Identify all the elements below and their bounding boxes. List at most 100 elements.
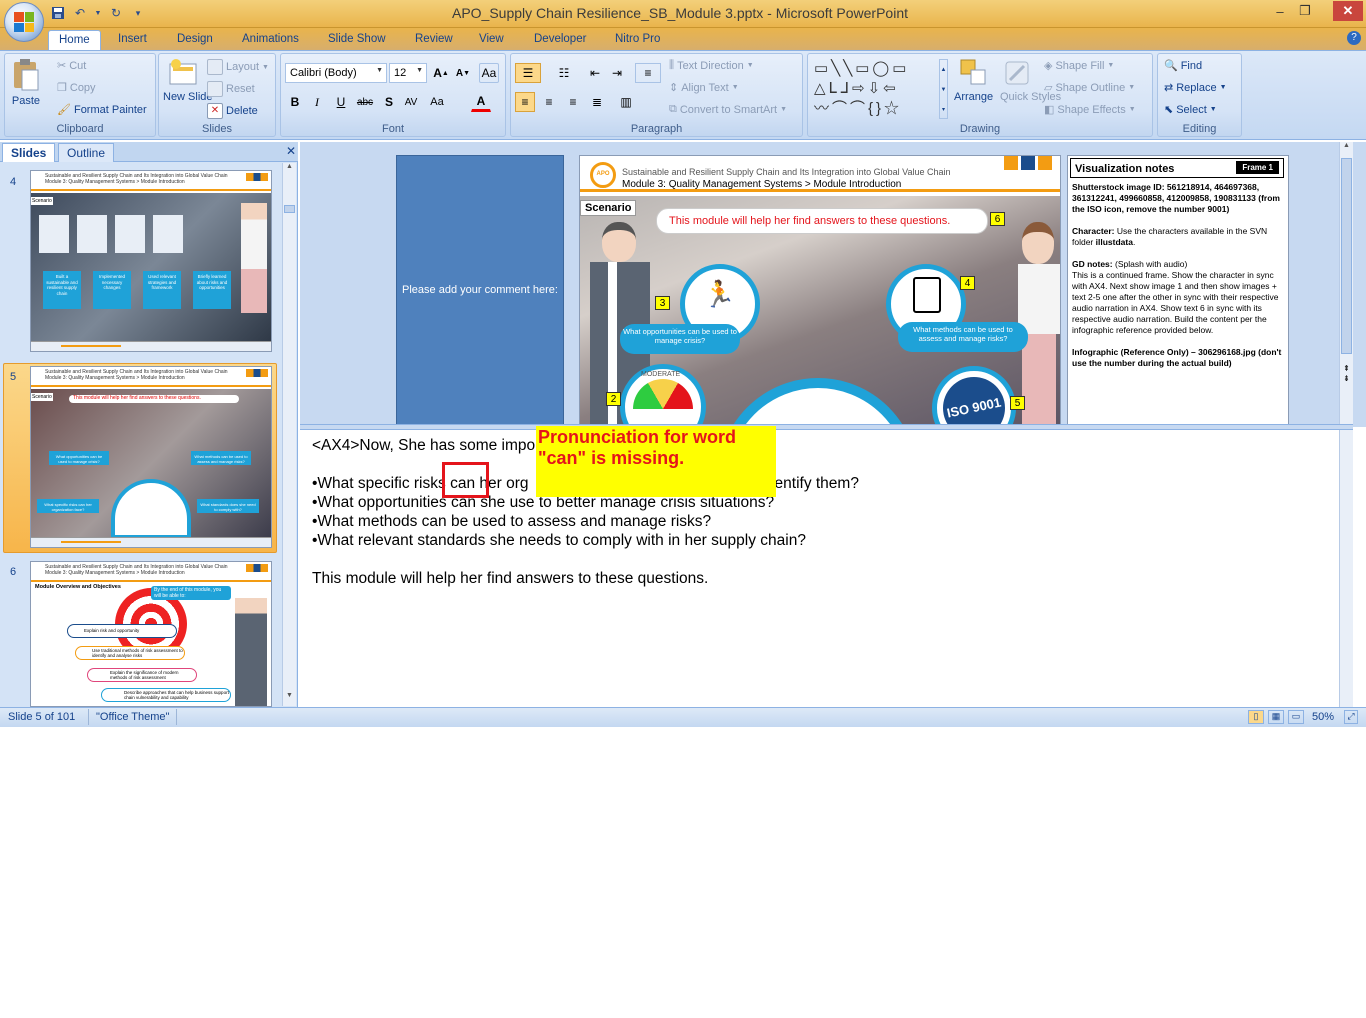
undo-icon[interactable]: ↶ bbox=[72, 5, 88, 21]
undo-dropdown-icon[interactable]: ▼ bbox=[94, 5, 102, 21]
slide-show-icon[interactable]: ▭ bbox=[1288, 710, 1304, 724]
character-spacing-icon[interactable]: AV bbox=[401, 92, 421, 112]
layout-button[interactable]: Layout ▼ bbox=[207, 59, 269, 75]
numbering-icon[interactable]: ☷ bbox=[551, 63, 577, 83]
female-character bbox=[1016, 222, 1060, 424]
customize-qat-icon[interactable]: ▾ bbox=[130, 5, 146, 21]
layout-label: Layout bbox=[226, 61, 260, 73]
replace-button[interactable]: ⇄ Replace ▼ bbox=[1164, 81, 1227, 95]
thumb5-q-left-top: What opportunities can be used to manage… bbox=[49, 451, 109, 465]
line-spacing-icon[interactable]: ≡ bbox=[635, 63, 661, 83]
new-slide-button[interactable]: New Slide bbox=[163, 58, 213, 103]
slide-canvas[interactable]: APO Sustainable and Resilient Supply Cha… bbox=[579, 155, 1061, 425]
align-center-icon[interactable]: ≡ bbox=[539, 92, 559, 112]
tab-animations[interactable]: Animations bbox=[232, 30, 309, 50]
slide-sorter-icon[interactable]: ▦ bbox=[1268, 710, 1284, 724]
paste-icon bbox=[14, 59, 39, 91]
quick-styles-button[interactable]: Quick Styles bbox=[1000, 58, 1061, 103]
align-text-button[interactable]: ⇕ Align Text ▼ bbox=[669, 81, 739, 95]
shapes-scroll[interactable]: ▲ ▼ ▾ bbox=[939, 59, 948, 119]
bold-icon[interactable]: B bbox=[285, 92, 305, 112]
tab-nitro-pro[interactable]: Nitro Pro bbox=[605, 30, 670, 50]
paste-button[interactable]: Paste bbox=[11, 58, 41, 107]
replace-icon: ⇄ bbox=[1164, 82, 1174, 94]
shape-effects-button[interactable]: ◧ Shape Effects ▼ bbox=[1044, 103, 1136, 117]
font-name-dropdown-icon[interactable]: ▼ bbox=[376, 67, 383, 74]
minimize-button[interactable]: – bbox=[1267, 1, 1293, 21]
tab-insert[interactable]: Insert bbox=[108, 30, 157, 50]
shrink-font-icon[interactable]: A ▼ bbox=[453, 63, 473, 83]
font-size-field[interactable]: 12 ▼ bbox=[389, 63, 427, 83]
redo-icon[interactable]: ↻ bbox=[108, 5, 124, 21]
tab-review[interactable]: Review bbox=[405, 30, 463, 50]
columns-icon[interactable]: ▥ bbox=[613, 92, 639, 112]
frame-label: Frame 1 bbox=[1236, 161, 1279, 174]
paste-label: Paste bbox=[11, 95, 41, 107]
select-button[interactable]: ⬉ Select ▼ bbox=[1164, 103, 1217, 117]
clear-formatting-icon[interactable]: Aa bbox=[479, 63, 499, 83]
tab-slide-show[interactable]: Slide Show bbox=[318, 30, 396, 50]
fit-to-window-icon[interactable]: ⤢ bbox=[1344, 710, 1358, 724]
slide-banner: This module will help her find answers t… bbox=[656, 208, 988, 234]
help-icon[interactable]: ? bbox=[1347, 31, 1361, 45]
shape-fill-button[interactable]: ◈ Shape Fill ▼ bbox=[1044, 59, 1114, 73]
increase-indent-icon[interactable]: ⇥ bbox=[607, 63, 627, 83]
tab-outline[interactable]: Outline bbox=[58, 143, 115, 162]
tab-view[interactable]: View bbox=[469, 30, 514, 50]
slide-thumbnail-4[interactable]: Sustainable and Resilient Supply Chain a… bbox=[30, 170, 272, 352]
find-label: Find bbox=[1180, 59, 1203, 72]
slide-q-right: What methods can be used to assess and m… bbox=[898, 322, 1028, 352]
restore-button[interactable]: ❐ bbox=[1292, 1, 1318, 21]
zoom-level[interactable]: 50% bbox=[1312, 711, 1334, 723]
slide-header-line1: Sustainable and Resilient Supply Chain a… bbox=[622, 167, 951, 177]
grow-font-icon[interactable]: A ▲ bbox=[431, 63, 451, 83]
delete-button[interactable]: ✕ Delete bbox=[207, 103, 258, 119]
shapes-gallery[interactable]: ▭╲╲▭◯▭ △ᒪᒧ⇨⇩⇦ 〰⌒⌒{}☆ bbox=[814, 59, 936, 119]
tab-slides[interactable]: Slides bbox=[2, 143, 56, 162]
save-icon[interactable] bbox=[50, 5, 66, 21]
bullets-icon[interactable]: ☰ bbox=[515, 63, 541, 83]
text-direction-button[interactable]: ⫼ Text Direction ▼ bbox=[669, 59, 754, 72]
shape-outline-button[interactable]: ▱ Shape Outline ▼ bbox=[1044, 81, 1135, 95]
tab-design[interactable]: Design bbox=[167, 30, 223, 50]
slide-thumbnail-5[interactable]: Sustainable and Resilient Supply Chain a… bbox=[30, 366, 272, 548]
font-size-dropdown-icon[interactable]: ▼ bbox=[416, 67, 423, 74]
align-left-icon[interactable]: ≡ bbox=[515, 92, 535, 112]
theme-name: "Office Theme" bbox=[96, 711, 170, 723]
close-button[interactable]: ✕ bbox=[1333, 1, 1363, 21]
status-bar: Slide 5 of 101 "Office Theme" ▯ ▦ ▭ 50% … bbox=[0, 707, 1366, 727]
notes-scrollbar[interactable] bbox=[1339, 430, 1353, 707]
format-painter-button[interactable]: 🖌 Format Painter bbox=[57, 103, 147, 117]
font-name-field[interactable]: Calibri (Body) ▼ bbox=[285, 63, 387, 83]
select-icon: ⬉ bbox=[1164, 104, 1174, 116]
change-case-icon[interactable]: Aa bbox=[427, 92, 447, 112]
prev-next-slide-icon[interactable]: ⇞ ⇟ bbox=[1340, 364, 1353, 384]
decrease-indent-icon[interactable]: ⇤ bbox=[585, 63, 605, 83]
slide-thumbnail-6[interactable]: Sustainable and Resilient Supply Chain a… bbox=[30, 561, 272, 707]
arrange-button[interactable]: Arrange bbox=[954, 58, 993, 103]
italic-icon[interactable]: I bbox=[307, 92, 327, 112]
thumb6-bubble: By the end of this module, you will be a… bbox=[151, 586, 231, 600]
convert-smartart-label: Convert to SmartArt bbox=[679, 103, 778, 116]
viz-character-end: . bbox=[1132, 237, 1136, 247]
align-right-icon[interactable]: ≡ bbox=[563, 92, 583, 112]
reset-button[interactable]: Reset bbox=[207, 81, 255, 97]
office-button[interactable] bbox=[4, 2, 44, 42]
justify-icon[interactable]: ≣ bbox=[587, 92, 607, 112]
convert-smartart-button[interactable]: ⧉ Convert to SmartArt ▼ bbox=[669, 103, 787, 116]
slides-pane-scrollbar[interactable]: ▲ ▼ bbox=[282, 163, 296, 706]
font-color-icon[interactable]: A bbox=[471, 92, 491, 112]
visualization-notes-panel[interactable]: Visualization notes Frame 1 Shutterstock… bbox=[1067, 155, 1289, 425]
highlight-box bbox=[442, 462, 489, 498]
copy-button[interactable]: ❐ Copy bbox=[57, 81, 96, 95]
comment-panel[interactable]: Please add your comment here: bbox=[396, 155, 564, 425]
text-shadow-icon[interactable]: S bbox=[379, 92, 399, 112]
tab-home[interactable]: Home bbox=[48, 30, 101, 50]
find-button[interactable]: 🔍 Find bbox=[1164, 59, 1203, 73]
underline-icon[interactable]: U bbox=[331, 92, 351, 112]
slide-area-scrollbar[interactable]: ▲ ⇞ ⇟ bbox=[1339, 142, 1353, 427]
tab-developer[interactable]: Developer bbox=[524, 30, 596, 50]
normal-view-icon[interactable]: ▯ bbox=[1248, 710, 1264, 724]
strikethrough-icon[interactable]: abc bbox=[355, 92, 375, 112]
cut-button[interactable]: ✂ Cut bbox=[57, 59, 86, 73]
